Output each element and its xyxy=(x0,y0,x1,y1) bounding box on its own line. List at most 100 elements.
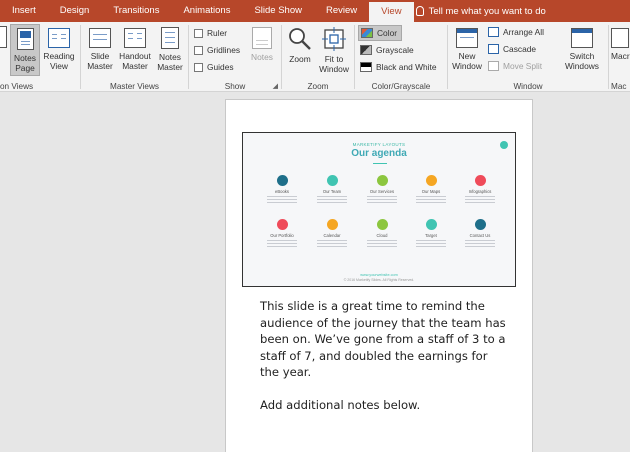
cascade-icon xyxy=(488,44,499,54)
notes-master-button[interactable]: Notes Master xyxy=(154,24,186,72)
arrange-all-button[interactable]: Arrange All xyxy=(488,27,544,37)
agenda-item: Infographics xyxy=(455,175,505,205)
agenda-item-icon xyxy=(425,175,437,186)
tab-transitions[interactable]: Transitions xyxy=(101,0,171,22)
color-button[interactable]: Color xyxy=(358,25,403,41)
gridlines-check-box[interactable] xyxy=(194,45,203,55)
agenda-item-icon xyxy=(326,219,338,230)
ribbon-view: Notes Page Reading View on Views Slide M… xyxy=(0,22,630,92)
group-label-color-grayscale: Color/Grayscale xyxy=(371,82,431,91)
group-presentation-views: Notes Page Reading View on Views xyxy=(0,22,80,92)
notes-text-area[interactable]: This slide is a great time to remind the… xyxy=(260,298,510,430)
color-label: Color xyxy=(377,28,398,38)
tab-design[interactable]: Design xyxy=(48,0,102,22)
agenda-item-description xyxy=(416,240,446,247)
tab-animations[interactable]: Animations xyxy=(171,0,242,22)
agenda-item-description xyxy=(267,240,297,247)
tab-slide-show[interactable]: Slide Show xyxy=(242,0,314,22)
agenda-item: Our Team xyxy=(307,175,357,205)
agenda-item-name: eBooks xyxy=(275,189,289,194)
agenda-item-description xyxy=(465,196,495,203)
zoom-button[interactable]: Zoom xyxy=(284,24,316,64)
agenda-item-icon xyxy=(326,175,338,186)
macros-icon xyxy=(611,28,629,48)
normal-view-icon xyxy=(0,26,7,48)
macros-label: Macr xyxy=(611,51,630,61)
notes-page-icon xyxy=(16,28,34,50)
ruler-check-box[interactable] xyxy=(194,28,203,38)
agenda-item: Our Services xyxy=(357,175,407,205)
group-label-master-views: Master Views xyxy=(110,82,159,91)
slide-footer-link: www.yourwebsite.com xyxy=(360,273,398,277)
group-color-grayscale: Color Grayscale Black and White Color/Gr… xyxy=(355,22,447,92)
cascade-button[interactable]: Cascade xyxy=(488,44,536,54)
agenda-item-name: Infographics xyxy=(468,189,492,194)
black-and-white-button[interactable]: Black and White xyxy=(360,62,437,72)
tab-insert[interactable]: Insert xyxy=(0,0,48,22)
group-label-show: Show xyxy=(224,82,246,91)
notes-master-label: Notes Master xyxy=(157,52,183,72)
handout-master-button[interactable]: Handout Master xyxy=(117,24,153,71)
notes-page-label: Notes Page xyxy=(14,53,36,73)
agenda-item-name: Our Services xyxy=(369,189,395,194)
agenda-item: Calendar xyxy=(307,219,357,249)
new-window-icon xyxy=(456,28,478,48)
group-macros: Macr Mac xyxy=(609,22,630,92)
agenda-item-name: Our Team xyxy=(322,189,342,194)
group-label-zoom: Zoom xyxy=(307,82,329,91)
fit-to-window-icon xyxy=(322,27,346,51)
group-label-window: Window xyxy=(513,82,543,91)
tell-me-text: Tell me what you want to do xyxy=(428,5,546,17)
fit-to-window-label: Fit to Window xyxy=(319,54,349,74)
grayscale-button[interactable]: Grayscale xyxy=(360,45,414,55)
corner-dot-icon xyxy=(500,141,508,149)
arrange-all-label: Arrange All xyxy=(503,27,544,37)
slide-master-button[interactable]: Slide Master xyxy=(84,24,116,71)
agenda-item: eBooks xyxy=(257,175,307,205)
reading-view-label: Reading View xyxy=(43,51,75,71)
slide-master-label: Slide Master xyxy=(87,51,113,71)
notes-page: MARKETIFY LAYOUTS Our agenda eBooks Our T… xyxy=(225,99,533,452)
switch-windows-button[interactable]: Switch Windows xyxy=(560,24,604,71)
guides-check-box[interactable] xyxy=(194,62,203,72)
notes-paragraph: This slide is a great time to remind the… xyxy=(260,299,506,379)
ruler-checkbox[interactable]: Ruler xyxy=(194,28,227,38)
tell-me-search[interactable]: Tell me what you want to do xyxy=(415,5,546,17)
notes-page-button[interactable]: Notes Page xyxy=(10,24,40,76)
grayscale-label: Grayscale xyxy=(376,45,414,55)
slide-master-icon xyxy=(89,28,111,48)
agenda-item-name: Our Maps xyxy=(421,189,441,194)
group-zoom: Zoom Fit to Window Zoom xyxy=(282,22,354,92)
agenda-item-description xyxy=(317,196,347,203)
dialog-launcher-icon[interactable]: ◢ xyxy=(273,82,278,90)
slide-title: Our agenda xyxy=(351,148,407,159)
fit-to-window-button[interactable]: Fit to Window xyxy=(316,24,352,74)
agenda-item-icon xyxy=(474,219,486,230)
slide-small-header: MARKETIFY LAYOUTS xyxy=(352,142,406,147)
guides-checkbox[interactable]: Guides xyxy=(194,62,234,72)
handout-master-label: Handout Master xyxy=(119,51,151,71)
group-show: Ruler Gridlines Guides Notes Show ◢ xyxy=(189,22,281,92)
tab-review[interactable]: Review xyxy=(314,0,369,22)
move-split-button[interactable]: Move Split xyxy=(488,61,542,71)
notes-paragraph: Add additional notes below. xyxy=(260,398,421,412)
notes-toggle-button[interactable]: Notes xyxy=(247,24,277,62)
gridlines-checkbox[interactable]: Gridlines xyxy=(194,45,240,55)
agenda-item: Our Maps xyxy=(406,175,456,205)
macros-button[interactable]: Macr xyxy=(611,24,630,61)
black-white-swatch-icon xyxy=(360,62,372,72)
agenda-item-description xyxy=(367,196,397,203)
notes-icon xyxy=(252,27,272,49)
reading-view-button[interactable]: Reading View xyxy=(42,24,76,71)
black-and-white-label: Black and White xyxy=(376,62,437,72)
color-swatch-icon xyxy=(361,28,373,38)
slide-thumbnail[interactable]: MARKETIFY LAYOUTS Our agenda eBooks Our T… xyxy=(242,132,516,287)
tab-view[interactable]: View xyxy=(369,2,414,22)
notes-page-workspace: MARKETIFY LAYOUTS Our agenda eBooks Our T… xyxy=(0,92,630,452)
switch-windows-label: Switch Windows xyxy=(565,51,599,71)
normal-view-button[interactable] xyxy=(0,24,8,48)
agenda-item-description xyxy=(317,240,347,247)
new-window-button[interactable]: New Window xyxy=(449,24,485,71)
agenda-item-description xyxy=(465,240,495,247)
agenda-item-icon xyxy=(376,219,388,230)
